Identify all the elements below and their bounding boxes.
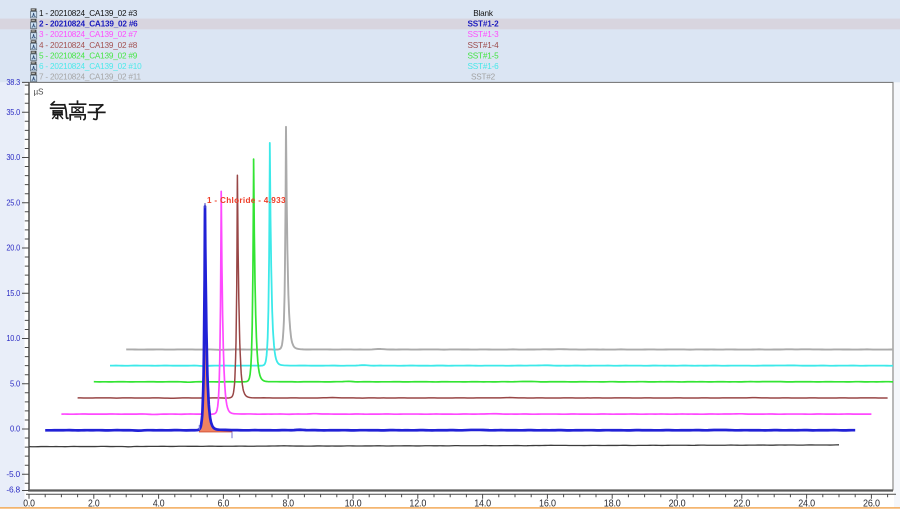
svg-text:10.0: 10.0: [345, 499, 362, 510]
svg-text:20.0: 20.0: [669, 499, 686, 510]
svg-text:35.0: 35.0: [6, 108, 20, 117]
svg-text:1 - Chloride - 4.933: 1 - Chloride - 4.933: [207, 196, 286, 205]
svg-text:Blank: Blank: [473, 9, 494, 18]
svg-text:14.0: 14.0: [474, 499, 491, 510]
svg-text:30.0: 30.0: [6, 153, 20, 162]
svg-text:SST#2: SST#2: [471, 73, 496, 82]
svg-text:4 - 20210824_CA139_02 #8: 4 - 20210824_CA139_02 #8: [39, 41, 138, 50]
svg-text:1 - 20210824_CA139_02 #3: 1 - 20210824_CA139_02 #3: [39, 9, 138, 18]
svg-text:2 - 20210824_CA139_02 #6: 2 - 20210824_CA139_02 #6: [39, 20, 138, 29]
svg-text:6 - 20210824_CA139_02 #10: 6 - 20210824_CA139_02 #10: [39, 62, 142, 71]
svg-text:12.0: 12.0: [409, 499, 426, 510]
svg-text:26.0: 26.0: [863, 499, 880, 510]
svg-text:8.0: 8.0: [282, 499, 294, 510]
svg-text:10.0: 10.0: [6, 334, 20, 343]
svg-text:SST#1-6: SST#1-6: [468, 62, 500, 71]
svg-text:5.0: 5.0: [10, 379, 21, 388]
svg-text:25.0: 25.0: [6, 198, 20, 207]
svg-text:16.0: 16.0: [539, 499, 556, 510]
svg-text:4.0: 4.0: [153, 499, 165, 510]
svg-text:22.0: 22.0: [733, 499, 750, 510]
svg-text:-6.8: -6.8: [6, 486, 20, 495]
svg-text:5 - 20210824_CA139_02 #9: 5 - 20210824_CA139_02 #9: [39, 51, 138, 60]
svg-text:-5.0: -5.0: [6, 470, 20, 479]
svg-text:38.3: 38.3: [6, 78, 20, 87]
svg-text:2.0: 2.0: [88, 499, 100, 510]
svg-text:3 - 20210824_CA139_02 #7: 3 - 20210824_CA139_02 #7: [39, 30, 138, 39]
svg-text:SST#1-5: SST#1-5: [468, 51, 500, 60]
svg-text:SST#1-2: SST#1-2: [468, 20, 500, 29]
svg-text:24.0: 24.0: [798, 499, 815, 510]
svg-text:µS: µS: [34, 87, 45, 96]
svg-text:20.0: 20.0: [6, 244, 20, 253]
svg-text:6.0: 6.0: [218, 499, 230, 510]
svg-text:0.0: 0.0: [10, 425, 21, 434]
svg-text:SST#1-4: SST#1-4: [468, 41, 500, 50]
svg-text:18.0: 18.0: [604, 499, 621, 510]
svg-text:0.0: 0.0: [23, 499, 35, 510]
svg-text:15.0: 15.0: [6, 289, 20, 298]
svg-text:7 - 20210824_CA139_02 #11: 7 - 20210824_CA139_02 #11: [39, 73, 141, 82]
svg-text:SST#1-3: SST#1-3: [468, 30, 500, 39]
